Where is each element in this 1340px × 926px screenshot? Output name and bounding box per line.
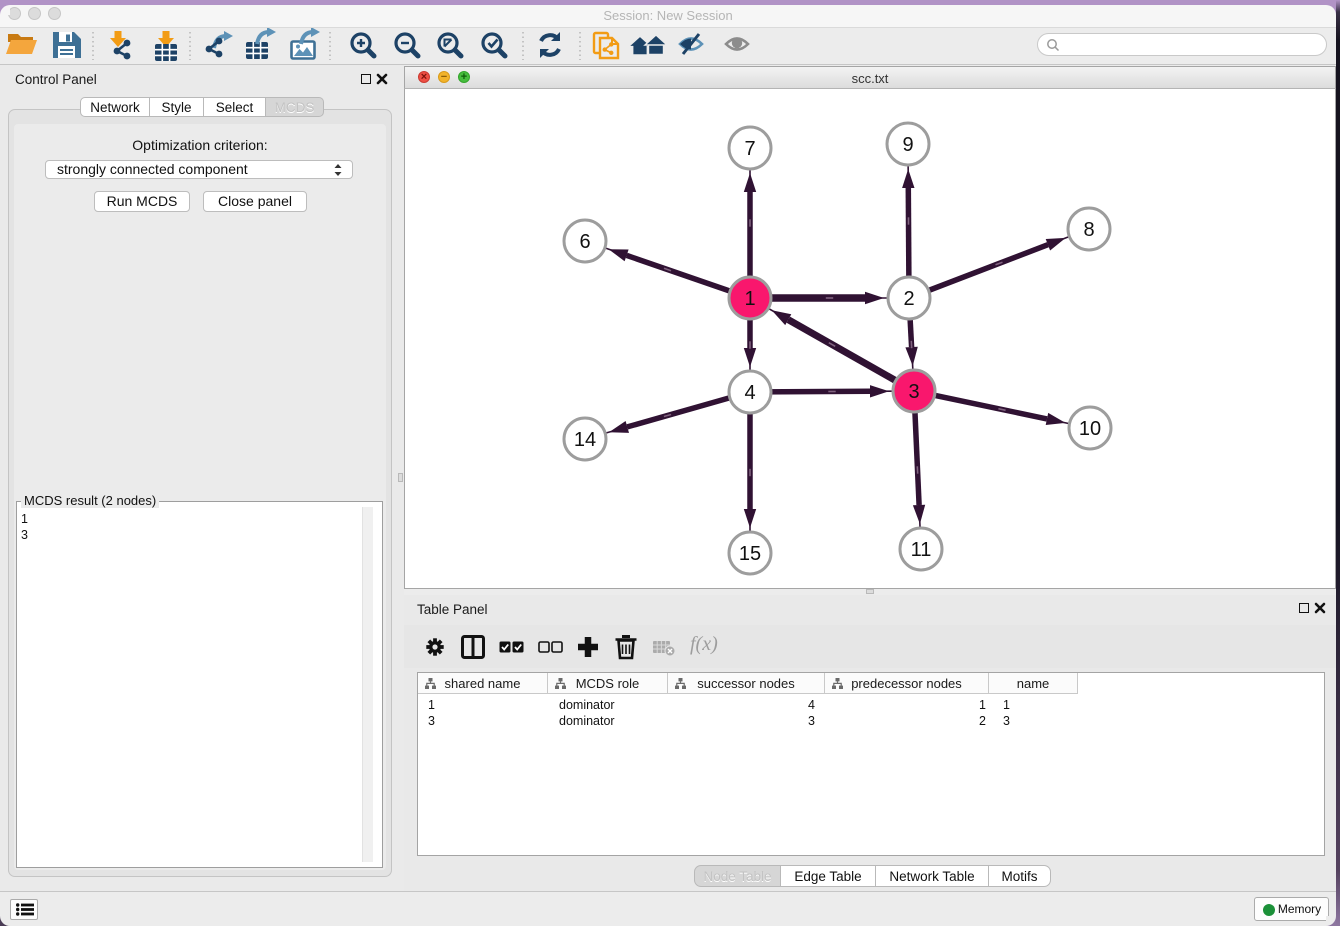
svg-text:3: 3 [908, 381, 919, 403]
svg-text:2: 2 [903, 288, 914, 310]
svg-text:1: 1 [744, 288, 755, 310]
svg-text:7: 7 [744, 138, 755, 160]
svg-text:6: 6 [579, 231, 590, 253]
svg-text:11: 11 [911, 539, 932, 561]
svg-text:14: 14 [574, 429, 596, 451]
svg-text:10: 10 [1079, 418, 1101, 440]
svg-text:8: 8 [1083, 219, 1094, 241]
svg-text:4: 4 [744, 382, 755, 404]
svg-text:15: 15 [739, 543, 761, 565]
svg-text:9: 9 [902, 134, 913, 156]
